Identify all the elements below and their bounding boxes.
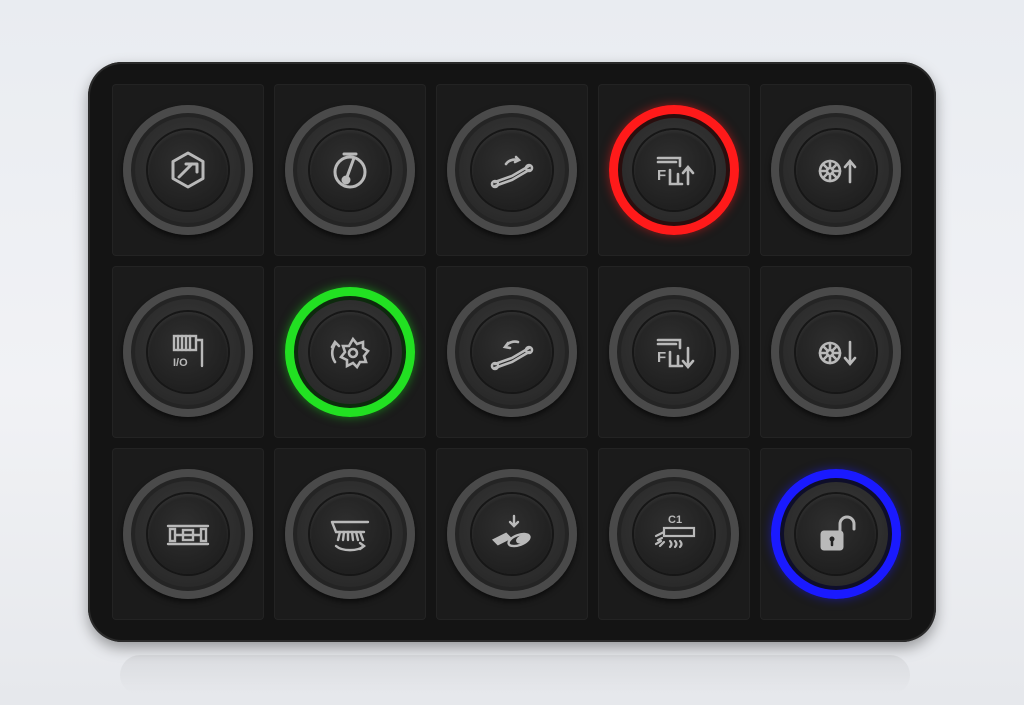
front-lift-up-icon: F (648, 144, 700, 196)
button-r3c2[interactable] (285, 469, 415, 599)
button-r3c3[interactable] (447, 469, 577, 599)
hydraulic-arm-up-icon (486, 144, 538, 196)
cell-r2c1: I/O (112, 266, 264, 438)
keypad-panel: F I/O F C1 (88, 62, 936, 642)
button-r1c1[interactable] (123, 105, 253, 235)
svg-text:C1: C1 (668, 514, 682, 526)
piston-icon (324, 144, 376, 196)
button-r2c1[interactable]: I/O (123, 287, 253, 417)
svg-text:F: F (657, 349, 666, 366)
button-cap (472, 494, 552, 574)
saw-blade-rotate-icon (324, 326, 376, 378)
cell-r1c4: F (598, 84, 750, 256)
unlock-icon (810, 508, 862, 560)
button-cap (310, 130, 390, 210)
sprayer-c1-icon: C1 (648, 508, 700, 560)
cell-r3c3 (436, 448, 588, 620)
button-cap: C1 (634, 494, 714, 574)
cell-r3c5 (760, 448, 912, 620)
button-r1c2[interactable] (285, 105, 415, 235)
button-r2c3[interactable] (447, 287, 577, 417)
button-cap (472, 312, 552, 392)
button-grid: F I/O F C1 (112, 84, 912, 620)
cell-r3c4: C1 (598, 448, 750, 620)
svg-text:F: F (657, 167, 666, 184)
button-cap (148, 494, 228, 574)
cell-r1c2 (274, 84, 426, 256)
button-r1c4[interactable]: F (609, 105, 739, 235)
button-r1c5[interactable] (771, 105, 901, 235)
button-cap: I/O (148, 312, 228, 392)
button-cap (472, 130, 552, 210)
cell-r2c5 (760, 266, 912, 438)
button-cap (796, 312, 876, 392)
button-cap (796, 494, 876, 574)
cell-r3c1 (112, 448, 264, 620)
winch-io-icon: I/O (162, 326, 214, 378)
button-r1c3[interactable] (447, 105, 577, 235)
cell-r1c3 (436, 84, 588, 256)
button-cap: F (634, 130, 714, 210)
cell-r2c2 (274, 266, 426, 438)
cell-r1c5 (760, 84, 912, 256)
material-spreader-icon (486, 508, 538, 560)
cell-r2c4: F (598, 266, 750, 438)
button-r3c4[interactable]: C1 (609, 469, 739, 599)
button-r3c1[interactable] (123, 469, 253, 599)
tire-pressure-up-icon (810, 144, 862, 196)
front-lift-down-icon: F (648, 326, 700, 378)
button-cap (310, 312, 390, 392)
button-cap (310, 494, 390, 574)
axle-lock-icon (162, 508, 214, 560)
sweeper-brush-icon (324, 508, 376, 560)
button-cap (148, 130, 228, 210)
button-r2c2[interactable] (285, 287, 415, 417)
hex-bolt-icon (162, 144, 214, 196)
button-cap: F (634, 312, 714, 392)
hydraulic-arm-down-icon (486, 326, 538, 378)
button-r2c4[interactable]: F (609, 287, 739, 417)
tire-pressure-down-icon (810, 326, 862, 378)
surface-reflection (120, 655, 910, 695)
button-cap (796, 130, 876, 210)
cell-r1c1 (112, 84, 264, 256)
button-r2c5[interactable] (771, 287, 901, 417)
svg-text:I/O: I/O (173, 357, 188, 369)
cell-r2c3 (436, 266, 588, 438)
cell-r3c2 (274, 448, 426, 620)
button-r3c5[interactable] (771, 469, 901, 599)
